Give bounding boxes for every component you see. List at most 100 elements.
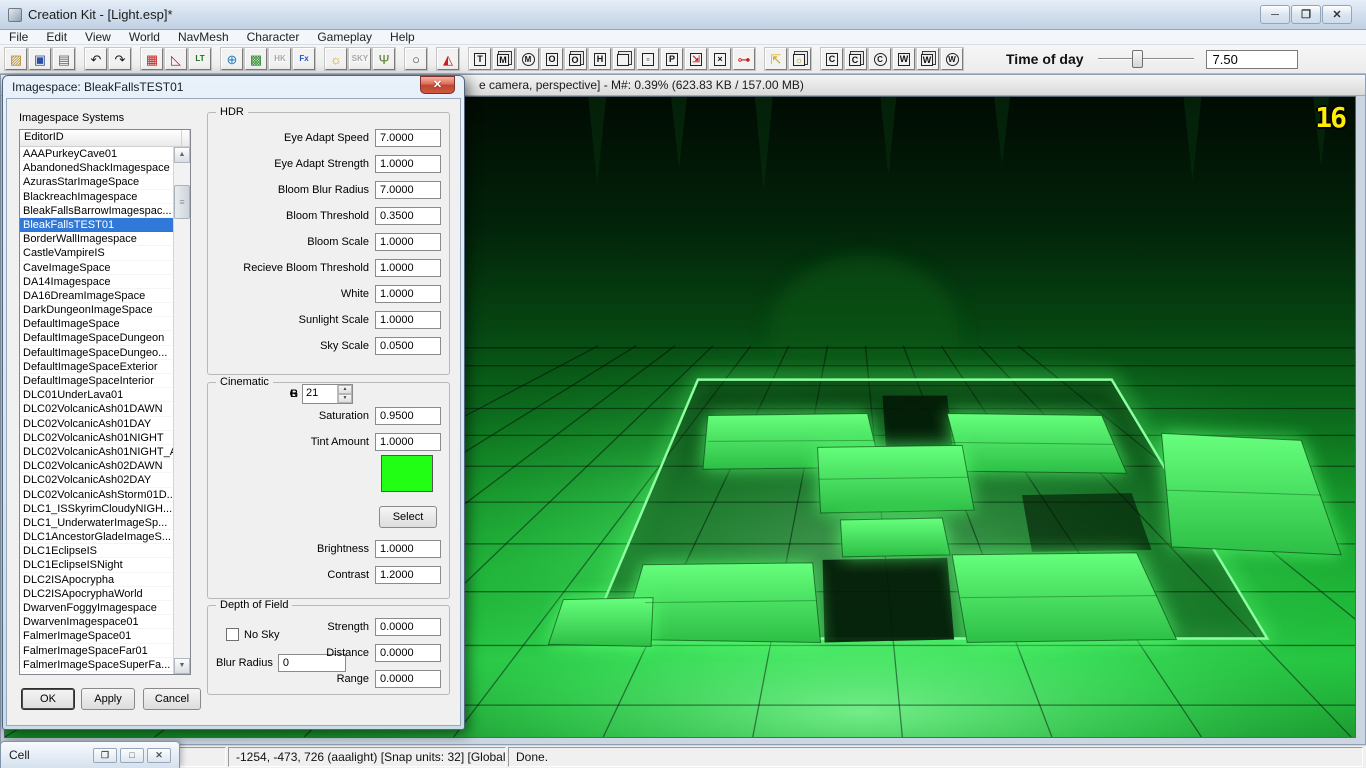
marker-x-box-icon[interactable]: × — [709, 48, 731, 70]
scroll-down-icon[interactable]: ▼ — [174, 658, 190, 674]
list-item[interactable]: BleakFallsBarrowImagespac... — [20, 204, 173, 218]
spin-up-icon[interactable]: ▲ — [338, 385, 352, 394]
water-fx-icon[interactable]: Fx — [293, 48, 315, 70]
list-item[interactable]: DefaultImageSpace — [20, 317, 173, 331]
marker-box-arrow-icon[interactable]: ⇲ — [685, 48, 707, 70]
marker-c-circle-icon[interactable]: C — [869, 48, 891, 70]
slider-track[interactable] — [1098, 58, 1194, 60]
restore-button[interactable]: ❐ — [1291, 5, 1321, 24]
list-item[interactable]: BorderWallImagespace — [20, 232, 173, 246]
marker-o-cube-icon[interactable]: O — [565, 48, 587, 70]
cell-view-window[interactable]: Cell ❐ □ ✕ — [0, 741, 180, 768]
list-item[interactable]: DA16DreamImageSpace — [20, 289, 173, 303]
apply-button[interactable]: Apply — [81, 688, 135, 710]
list-item[interactable]: DLC1_UnderwaterImageSp... — [20, 516, 173, 530]
list-item[interactable]: DLC02VolcanicAsh01NIGHT_A — [20, 445, 173, 459]
list-item[interactable]: DwarvenFoggyImagespace — [20, 601, 173, 615]
list-item[interactable]: DLC1EclipseISNight — [20, 558, 173, 572]
world-globe-icon[interactable]: ⊕ — [221, 48, 243, 70]
marker-m-circle-icon[interactable]: M — [517, 48, 539, 70]
list-item[interactable]: AbandonedShackImagespace — [20, 161, 173, 175]
list-item[interactable]: FalmerImageSpaceSuperFa... — [20, 658, 173, 672]
unlink-references-icon[interactable]: ⊶ — [733, 48, 755, 70]
list-item[interactable]: DLC02VolcanicAsh02DAY — [20, 473, 173, 487]
menu-item[interactable]: NavMesh — [169, 30, 238, 45]
field-input[interactable]: 1.0000 — [375, 285, 441, 303]
field-input[interactable]: 1.0000 — [375, 433, 441, 451]
list-item[interactable]: DefaultImageSpaceExterior — [20, 360, 173, 374]
field-input[interactable]: 1.0000 — [375, 155, 441, 173]
list-item[interactable]: FalmerImageSpaceFar01 — [20, 644, 173, 658]
list-item[interactable]: DA14Imagespace — [20, 275, 173, 289]
list-item[interactable]: DLC1EclipseIS — [20, 544, 173, 558]
havok-sim-icon[interactable]: HK — [269, 48, 291, 70]
list-item[interactable]: DLC02VolcanicAsh02DAWN — [20, 459, 173, 473]
time-of-day-slider[interactable] — [1098, 50, 1194, 68]
spin-down-icon[interactable]: ▼ — [338, 394, 352, 403]
rgb-value-input[interactable]: 21 — [303, 385, 337, 403]
light-picker-icon[interactable]: ⇱ — [765, 48, 787, 70]
marker-p-box-icon[interactable]: P — [661, 48, 683, 70]
field-input[interactable]: 0.0000 — [375, 670, 441, 688]
cancel-button[interactable]: Cancel — [143, 688, 201, 710]
lights-icon[interactable]: ☼ — [325, 48, 347, 70]
field-input[interactable]: 0.0000 — [375, 644, 441, 662]
snap-to-grid-icon[interactable]: ▦ — [141, 48, 163, 70]
list-item[interactable]: FalmerImageSpace01 — [20, 629, 173, 643]
list-item[interactable]: CaveImageSpace — [20, 261, 173, 275]
marker-c-cube-icon[interactable]: C — [845, 48, 867, 70]
field-input[interactable]: 1.2000 — [375, 566, 441, 584]
menu-item[interactable]: Gameplay — [308, 30, 381, 45]
marker-w-cube-icon[interactable]: W — [917, 48, 939, 70]
list-item[interactable]: DLC02VolcanicAsh01DAY — [20, 417, 173, 431]
list-scrollbar[interactable]: ▲ ▼ — [173, 147, 190, 674]
landscape-edit-icon[interactable]: ▩ — [245, 48, 267, 70]
light-cube-icon[interactable]: ☼ — [789, 48, 811, 70]
undo-icon[interactable]: ↶ — [85, 48, 107, 70]
scroll-up-icon[interactable]: ▲ — [174, 147, 190, 163]
field-input[interactable]: 0.0500 — [375, 337, 441, 355]
grass-icon[interactable]: Ψ — [373, 48, 395, 70]
list-item[interactable]: BleakFallsTEST01 — [20, 218, 173, 232]
marker-box-in-box-icon[interactable]: ▫ — [637, 48, 659, 70]
field-input[interactable]: 1.0000 — [375, 259, 441, 277]
field-input[interactable]: 1.0000 — [375, 311, 441, 329]
marker-c-box-icon[interactable]: C — [821, 48, 843, 70]
list-item[interactable]: DLC1AncestorGladeImageS... — [20, 530, 173, 544]
local-transform-icon[interactable]: LT — [189, 48, 211, 70]
slider-thumb[interactable] — [1132, 50, 1143, 68]
list-item[interactable]: AzurasStarImageSpace — [20, 175, 173, 189]
field-input[interactable]: 0.9500 — [375, 407, 441, 425]
ok-button[interactable]: OK — [21, 688, 75, 710]
field-input[interactable]: 0.0000 — [375, 618, 441, 636]
editorid-column-header[interactable]: EditorID — [20, 130, 182, 146]
field-input[interactable]: 7.0000 — [375, 181, 441, 199]
snap-to-angle-icon[interactable]: ◺ — [165, 48, 187, 70]
list-item[interactable]: DLC2ISApocryphaWorld — [20, 587, 173, 601]
field-input[interactable]: 1.0000 — [375, 540, 441, 558]
cell-restore-button[interactable]: ❐ — [93, 748, 117, 763]
list-item[interactable]: DefaultImageSpaceInterior — [20, 374, 173, 388]
list-item[interactable]: CastleVampireIS — [20, 246, 173, 260]
save-icon[interactable]: ▣ — [29, 48, 51, 70]
menu-item[interactable]: World — [120, 30, 169, 45]
list-item[interactable]: BlackreachImagespace — [20, 190, 173, 204]
marker-w-circle-icon[interactable]: W — [941, 48, 963, 70]
list-item[interactable]: DLC02VolcanicAsh01DAWN — [20, 402, 173, 416]
menu-item[interactable]: Edit — [37, 30, 76, 45]
field-input[interactable]: 7.0000 — [375, 129, 441, 147]
marker-t-box-icon[interactable]: T — [469, 48, 491, 70]
open-icon[interactable]: ▨ — [5, 48, 27, 70]
marker-w-box-icon[interactable]: W — [893, 48, 915, 70]
minimize-button[interactable]: ─ — [1260, 5, 1290, 24]
close-button[interactable]: ✕ — [1322, 5, 1352, 24]
heightmap-icon[interactable]: ◭ — [437, 48, 459, 70]
list-item[interactable]: DLC02VolcanicAsh01NIGHT — [20, 431, 173, 445]
cell-maximize-button[interactable]: □ — [120, 748, 144, 763]
preferences-icon[interactable]: ▤ — [53, 48, 75, 70]
sky-icon[interactable]: SKY — [349, 48, 371, 70]
list-item[interactable]: DefaultImageSpaceDungeo... — [20, 346, 173, 360]
select-color-button[interactable]: Select — [379, 506, 437, 528]
list-item[interactable]: DLC01UnderLava01 — [20, 388, 173, 402]
redo-icon[interactable]: ↷ — [109, 48, 131, 70]
